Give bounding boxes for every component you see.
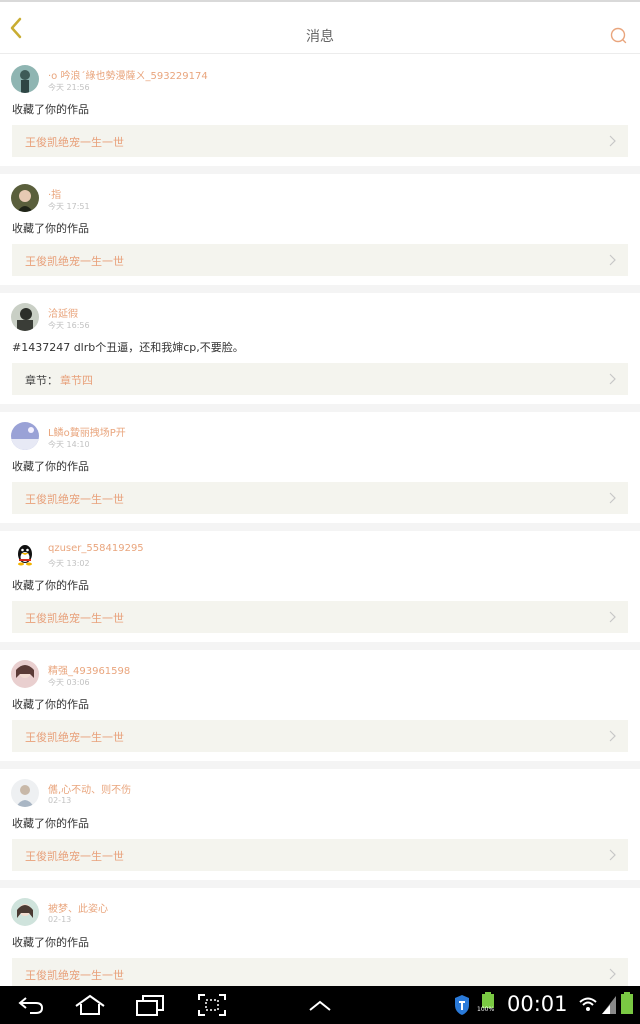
nav-back-button[interactable] [16, 992, 46, 1018]
clock: 00:01 [507, 992, 568, 1016]
work-title: 王俊凯绝宠一生一世 [25, 969, 124, 982]
shield-icon [455, 995, 469, 1015]
signal-icon [602, 996, 616, 1014]
chapter-title: 章节四 [60, 374, 93, 387]
message-text: 收藏了你的作品 [12, 579, 89, 592]
message-card: qzuser_558419295 今天 13:02 收藏了你的作品 王俊凯绝宠一… [0, 531, 640, 642]
battery-percent: 100% [477, 1006, 495, 1013]
work-title: 王俊凯绝宠一生一世 [25, 731, 124, 744]
work-title: 王俊凯绝宠一生一世 [25, 255, 124, 268]
app-window: 消息 ·o 吟浪´綠也勢漫薩ㄨ_593229174 今天 21:56 收藏了你的… [0, 0, 640, 1024]
avatar-pink-icon[interactable] [11, 660, 39, 688]
avatar-light-icon[interactable] [11, 779, 39, 807]
message-card: 洽延徦 今天 16:56 #1437247 dlrb个丑逼，还和我婶cp,不要脸… [0, 293, 640, 404]
nav-home-button[interactable] [72, 992, 108, 1018]
message-card: 儶,心不动、则不伤 02-13 收藏了你的作品 王俊凯绝宠一生一世 [0, 769, 640, 880]
chevron-right-icon [609, 730, 616, 742]
message-card: ·指 今天 17:51 收藏了你的作品 王俊凯绝宠一生一世 [0, 174, 640, 285]
chevron-right-icon [609, 373, 616, 385]
avatar-sky-icon[interactable] [11, 422, 39, 450]
timestamp: 02-13 [48, 915, 72, 924]
work-title: 王俊凯绝宠一生一世 [25, 493, 124, 506]
wifi-icon [579, 997, 597, 1011]
avatar-mint-icon[interactable] [11, 898, 39, 926]
message-text: #1437247 dlrb个丑逼，还和我婶cp,不要脸。 [12, 341, 244, 354]
timestamp: 今天 14:10 [48, 440, 90, 449]
qq-penguin-icon[interactable] [11, 541, 39, 569]
nav-screenshot-button[interactable] [196, 992, 228, 1018]
avatar-girl-icon[interactable] [11, 184, 39, 212]
work-link[interactable]: 王俊凯绝宠一生一世 [12, 601, 628, 633]
back-arrow-icon [18, 997, 44, 1014]
timestamp: 今天 16:56 [48, 321, 90, 330]
work-link[interactable]: 王俊凯绝宠一生一世 [12, 125, 628, 157]
message-text: 收藏了你的作品 [12, 222, 89, 235]
message-text: 收藏了你的作品 [12, 936, 89, 949]
work-link[interactable]: 王俊凯绝宠一生一世 [12, 244, 628, 276]
username[interactable]: ·o 吟浪´綠也勢漫薩ㄨ_593229174 [48, 67, 208, 82]
screenshot-icon [198, 994, 226, 1016]
username[interactable]: 儶,心不动、则不伤 [48, 781, 131, 796]
message-card: 精强_493961598 今天 03:06 收藏了你的作品 王俊凯绝宠一生一世 [0, 650, 640, 761]
home-icon [75, 994, 105, 1015]
nav-recents-button[interactable] [134, 992, 166, 1018]
message-list: ·o 吟浪´綠也勢漫薩ㄨ_593229174 今天 21:56 收藏了你的作品 … [0, 55, 640, 986]
message-text: 收藏了你的作品 [12, 817, 89, 830]
chevron-right-icon [609, 254, 616, 266]
work-title: 王俊凯绝宠一生一世 [25, 136, 124, 149]
avatar-dark-icon[interactable] [11, 303, 39, 331]
message-card: ·o 吟浪´綠也勢漫薩ㄨ_593229174 今天 21:56 收藏了你的作品 … [0, 55, 640, 166]
page-title: 消息 [306, 29, 334, 45]
chevron-right-icon [609, 492, 616, 504]
timestamp: 今天 13:02 [48, 559, 90, 568]
message-text: 收藏了你的作品 [12, 698, 89, 711]
work-title: 王俊凯绝宠一生一世 [25, 612, 124, 625]
recents-icon [136, 995, 164, 1016]
chevron-right-icon [609, 611, 616, 623]
work-link[interactable]: 王俊凯绝宠一生一世 [12, 839, 628, 871]
timestamp: 今天 03:06 [48, 678, 90, 687]
username[interactable]: ·指 [48, 186, 61, 201]
message-text: 收藏了你的作品 [12, 103, 89, 116]
chevron-right-icon [609, 968, 616, 980]
system-navigation-bar: 100% 00:01 [0, 986, 640, 1024]
message-card: 被梦、此姿心 02-13 收藏了你的作品 王俊凯绝宠一生一世 [0, 888, 640, 986]
chapter-prefix: 章节： [25, 374, 58, 387]
search-icon [610, 27, 627, 44]
chevron-right-icon [609, 135, 616, 147]
header-bar: 消息 [0, 2, 640, 54]
timestamp: 02-13 [48, 796, 72, 805]
work-link[interactable]: 王俊凯绝宠一生一世 [12, 720, 628, 752]
work-link[interactable]: 王俊凯绝宠一生一世 [12, 482, 628, 514]
message-text: 收藏了你的作品 [12, 460, 89, 473]
username[interactable]: L鳞o贄丽拽场P开 [48, 424, 126, 439]
work-title: 王俊凯绝宠一生一世 [25, 850, 124, 863]
username[interactable]: 被梦、此姿心 [48, 900, 108, 915]
timestamp: 今天 17:51 [48, 202, 90, 211]
search-button[interactable] [608, 26, 632, 50]
message-card: L鳞o贄丽拽场P开 今天 14:10 收藏了你的作品 王俊凯绝宠一生一世 [0, 412, 640, 523]
timestamp: 今天 21:56 [48, 83, 90, 92]
chevron-right-icon [609, 849, 616, 861]
chapter-link[interactable]: 章节： 章节四 [12, 363, 628, 395]
username[interactable]: 精强_493961598 [48, 662, 130, 677]
avatar-teal-icon[interactable] [11, 65, 39, 93]
work-link[interactable]: 王俊凯绝宠一生一世 [12, 958, 628, 986]
chevron-up-icon [309, 1000, 331, 1011]
nav-menu-button[interactable] [306, 992, 334, 1018]
username[interactable]: qzuser_558419295 [48, 543, 144, 554]
username[interactable]: 洽延徦 [48, 305, 78, 320]
battery-icon [621, 992, 633, 1014]
